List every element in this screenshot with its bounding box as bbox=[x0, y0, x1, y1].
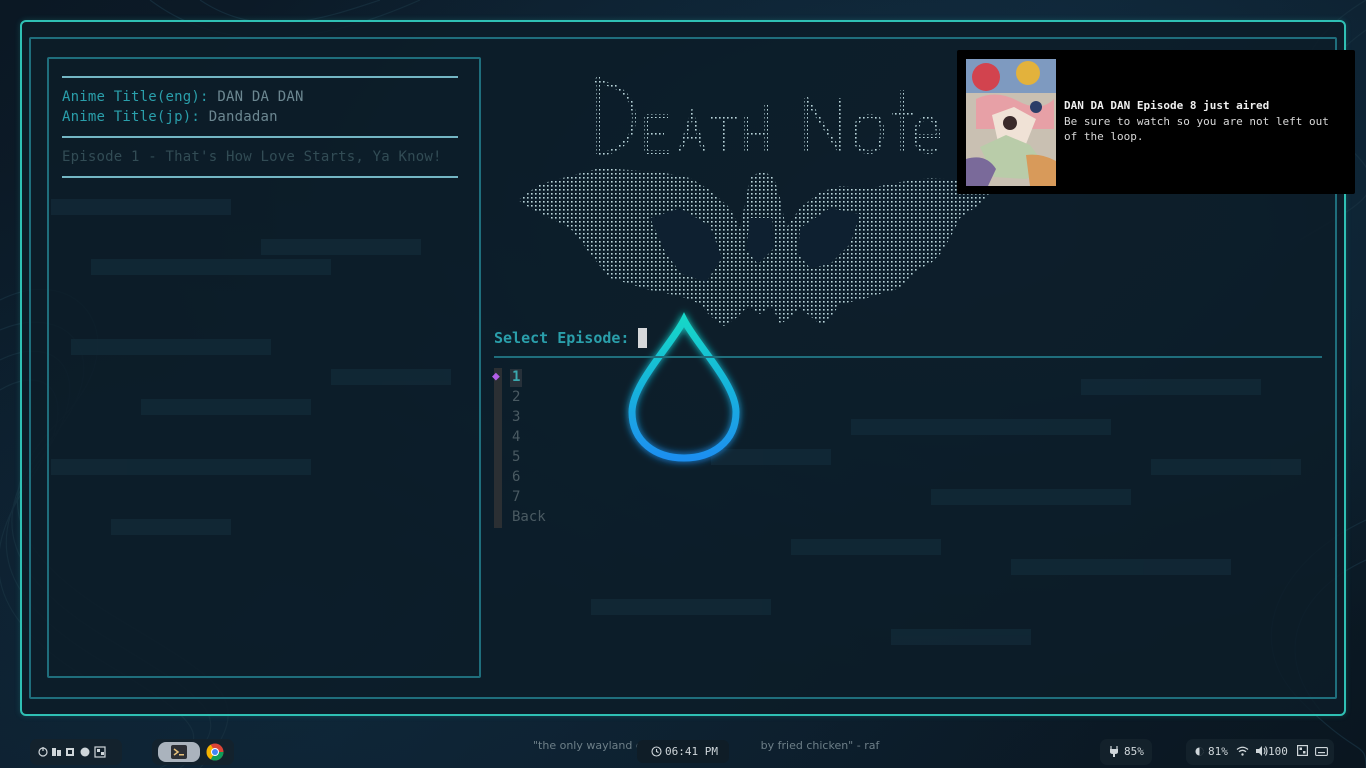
title-eng-value: DAN DA DAN bbox=[217, 89, 304, 105]
select-episode-prompt: Select Episode: bbox=[494, 329, 630, 347]
drop-logo-icon bbox=[628, 312, 740, 462]
title-jp-label: Anime Title(jp): bbox=[62, 109, 201, 125]
episode-option-2[interactable]: 2 bbox=[512, 389, 520, 405]
episode-list-gutter bbox=[494, 368, 502, 528]
notification-title: DAN DA DAN Episode 8 just aired bbox=[1064, 99, 1270, 112]
volume-level: 100 bbox=[1268, 745, 1288, 758]
info-divider-top bbox=[62, 76, 458, 78]
notification-popup[interactable]: DAN DA DAN Episode 8 just aired Be sure … bbox=[957, 50, 1355, 194]
episode-option-5[interactable]: 5 bbox=[512, 449, 520, 465]
volume-icon[interactable] bbox=[1256, 746, 1268, 756]
episode-option-6[interactable]: 6 bbox=[512, 469, 520, 485]
text-cursor[interactable] bbox=[638, 328, 647, 348]
prompt-divider bbox=[494, 356, 1322, 358]
taskbar-quote-start: "the only wayland co bbox=[533, 739, 649, 752]
brightness-percent[interactable]: 81% bbox=[1208, 745, 1228, 758]
taskbar-quote-end: by fried chicken" - raf bbox=[760, 739, 880, 752]
chrome-app-icon[interactable] bbox=[206, 743, 224, 761]
info-divider-bottom bbox=[62, 176, 458, 178]
episode-option-1[interactable]: 1 bbox=[512, 369, 520, 385]
layout-icon[interactable] bbox=[1297, 745, 1308, 756]
keyboard-icon[interactable] bbox=[1315, 747, 1328, 756]
episode-title: Episode 1 - That's How Love Starts, Ya K… bbox=[62, 149, 442, 165]
battery-percent: 85% bbox=[1124, 745, 1144, 758]
notification-body: Be sure to watch so you are not left out… bbox=[1064, 115, 1329, 143]
title-jp-row: Anime Title(jp): Dandadan bbox=[62, 109, 278, 125]
clock-icon bbox=[651, 746, 662, 757]
selection-marker-icon: ◆ bbox=[492, 369, 500, 384]
episode-back-option[interactable]: Back bbox=[512, 509, 546, 525]
wifi-icon[interactable] bbox=[1236, 746, 1249, 756]
battery-plug-icon bbox=[1110, 746, 1118, 757]
episode-option-4[interactable]: 4 bbox=[512, 429, 520, 445]
info-divider-middle bbox=[62, 136, 458, 138]
clock-time: 06:41 PM bbox=[665, 745, 718, 758]
system-tray-left-icons bbox=[38, 746, 106, 758]
episode-option-3[interactable]: 3 bbox=[512, 409, 520, 425]
terminal-app-icon bbox=[171, 745, 187, 759]
death-note-ascii-logo bbox=[518, 76, 990, 326]
episode-option-7[interactable]: 7 bbox=[512, 489, 520, 505]
brightness-icon bbox=[1195, 747, 1204, 756]
title-eng-row: Anime Title(eng): DAN DA DAN bbox=[62, 89, 304, 105]
title-eng-label: Anime Title(eng): bbox=[62, 89, 209, 105]
clock-widget[interactable]: 06:41 PM bbox=[637, 740, 729, 763]
anime-cover-thumbnail bbox=[966, 59, 1056, 186]
terminal-app-button[interactable] bbox=[158, 742, 200, 762]
title-jp-value: Dandadan bbox=[208, 109, 278, 125]
